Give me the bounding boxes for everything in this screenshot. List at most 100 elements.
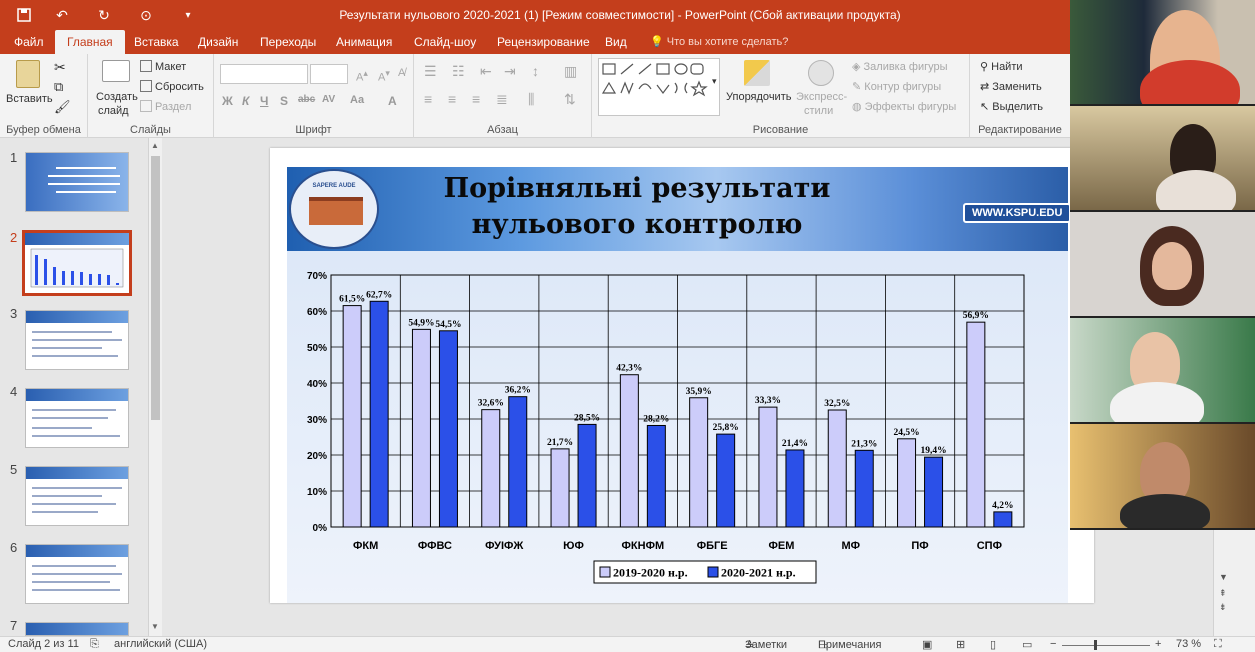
tab-design[interactable]: Дизайн: [198, 30, 238, 54]
shape-effects-button[interactable]: ◍ Эффекты фигуры: [852, 100, 956, 114]
align-left-icon[interactable]: ≡: [424, 92, 432, 106]
copy-icon[interactable]: ⧉: [54, 80, 63, 94]
grow-font-icon[interactable]: A▴: [356, 66, 368, 85]
slideshow-view-icon[interactable]: ▭: [1022, 638, 1032, 651]
tab-transitions[interactable]: Переходы: [260, 30, 316, 54]
editor-scrollbar[interactable]: ▼ ⇞ ⇟: [1213, 530, 1255, 636]
tab-insert[interactable]: Вставка: [134, 30, 179, 54]
char-spacing-button[interactable]: AV: [322, 94, 335, 105]
select-button[interactable]: ↖ Выделить: [980, 100, 1043, 114]
paste-icon[interactable]: [16, 60, 40, 88]
slide-thumbnail-3[interactable]: [25, 310, 129, 370]
scroll-down-icon[interactable]: ▼: [1219, 572, 1228, 582]
justify-icon[interactable]: ≣: [496, 92, 508, 106]
shapes-more-icon[interactable]: ▾: [712, 74, 717, 88]
columns-icon[interactable]: ▥: [564, 64, 577, 78]
underline-button[interactable]: Ч: [260, 94, 268, 108]
clear-format-icon[interactable]: A̸: [398, 66, 405, 80]
find-button[interactable]: ⚲ Найти: [980, 60, 1023, 74]
language-indicator[interactable]: английский (США): [114, 638, 207, 650]
slide-thumbnail-6[interactable]: [25, 544, 129, 604]
section-button[interactable]: Раздел: [140, 100, 191, 114]
reading-view-icon[interactable]: ▯: [990, 638, 996, 651]
tell-me-box[interactable]: 💡 Что вы хотите сделать?: [650, 30, 788, 54]
shrink-font-icon[interactable]: A▾: [378, 66, 390, 85]
zoom-out-icon[interactable]: −: [1050, 638, 1056, 650]
tab-review[interactable]: Рецензирование: [497, 30, 590, 54]
reset-button[interactable]: Сбросить: [140, 80, 204, 94]
slide-title[interactable]: Порівняльні результати нульового контрол…: [427, 171, 847, 243]
slide-thumbnail-2[interactable]: [22, 230, 132, 296]
arrange-button[interactable]: Упорядочить: [726, 90, 791, 104]
indent-decrease-icon[interactable]: ⇤: [480, 64, 492, 78]
quick-styles-label-1[interactable]: Экспресс-: [796, 90, 847, 104]
arrange-icon[interactable]: [744, 60, 770, 86]
replace-button[interactable]: ⇄ Заменить: [980, 80, 1042, 94]
thumbnails-scrollbar[interactable]: ▲ ▼: [148, 138, 162, 636]
participant-video-5[interactable]: [1070, 424, 1255, 528]
shape-outline-button[interactable]: ✎ Контур фигуры: [852, 80, 941, 94]
strikethrough-button[interactable]: abc: [298, 94, 315, 105]
quick-styles-icon[interactable]: [808, 60, 834, 86]
align-right-icon[interactable]: ≡: [472, 92, 480, 106]
slide-sorter-icon[interactable]: ⊞: [956, 638, 965, 651]
bullets-icon[interactable]: ☰: [424, 64, 437, 78]
tab-file[interactable]: Файл: [14, 30, 44, 54]
italic-button[interactable]: К: [242, 94, 249, 108]
save-icon[interactable]: [14, 6, 34, 24]
shadow-button[interactable]: S: [280, 94, 288, 108]
tab-view[interactable]: Вид: [605, 30, 627, 54]
slide-thumbnail-1[interactable]: [25, 152, 129, 212]
customize-toolbar-icon[interactable]: ▾: [178, 6, 198, 24]
scroll-down-icon[interactable]: ▼: [151, 622, 159, 631]
scrollbar-thumb[interactable]: [151, 156, 160, 420]
redo-icon[interactable]: ↻: [94, 6, 114, 24]
slide-thumbnail-4[interactable]: [25, 388, 129, 448]
font-name-input[interactable]: [220, 64, 308, 84]
cut-icon[interactable]: ✂: [54, 60, 66, 74]
align-center-icon[interactable]: ≡: [448, 92, 456, 106]
next-slide-icon[interactable]: ⇟: [1219, 602, 1227, 613]
slide-thumbnail-5[interactable]: [25, 466, 129, 526]
participant-video-3[interactable]: [1070, 212, 1255, 316]
zoom-level[interactable]: 73 %: [1176, 638, 1201, 650]
zoom-slider[interactable]: [1062, 645, 1150, 646]
chart-area[interactable]: 0% 10% 20% 30% 40% 50% 60% 70% 61,5% 62,7% ФКМ 54,9…: [287, 251, 1068, 603]
participant-video-1[interactable]: [1070, 0, 1255, 104]
layout-button[interactable]: Макет: [140, 60, 186, 74]
quick-styles-label-2[interactable]: стили: [804, 104, 833, 118]
tab-slideshow[interactable]: Слайд-шоу: [414, 30, 476, 54]
new-slide-label-2[interactable]: слайд: [98, 104, 129, 118]
numbering-icon[interactable]: ☷: [452, 64, 465, 78]
format-painter-icon[interactable]: 🖌: [54, 100, 71, 114]
shape-fill-button[interactable]: ◈ Заливка фигуры: [852, 60, 948, 74]
new-slide-label-1[interactable]: Создать: [96, 90, 138, 104]
line-spacing-icon[interactable]: ↕: [532, 64, 539, 78]
participant-video-2[interactable]: [1070, 106, 1255, 210]
undo-icon[interactable]: ↶: [52, 6, 72, 24]
tab-home[interactable]: Главная: [55, 30, 125, 54]
bold-button[interactable]: Ж: [222, 94, 233, 108]
scroll-up-icon[interactable]: ▲: [151, 141, 159, 150]
font-color-button[interactable]: A: [388, 94, 397, 108]
columns-split-icon[interactable]: ⫼: [528, 92, 534, 106]
paste-button[interactable]: Вставить: [6, 92, 53, 106]
slide-banner: SAPERE AUDE Порівняльні результати нульо…: [287, 167, 1072, 251]
font-size-input[interactable]: [310, 64, 348, 84]
slide-thumbnail-7[interactable]: [25, 622, 129, 636]
slideshow-from-start-icon[interactable]: ⊙: [136, 6, 156, 24]
indent-increase-icon[interactable]: ⇥: [504, 64, 516, 78]
zoom-in-icon[interactable]: +: [1155, 638, 1161, 650]
fit-slide-icon[interactable]: ⛶: [1214, 638, 1222, 651]
participant-video-4[interactable]: [1070, 318, 1255, 422]
previous-slide-icon[interactable]: ⇞: [1219, 588, 1227, 599]
shapes-gallery[interactable]: [598, 58, 720, 116]
text-direction-icon[interactable]: ⇅: [564, 92, 576, 106]
spellcheck-icon[interactable]: ⎘: [90, 638, 99, 651]
current-slide[interactable]: SAPERE AUDE Порівняльні результати нульо…: [270, 148, 1094, 603]
change-case-button[interactable]: Aa: [350, 94, 364, 106]
normal-view-icon[interactable]: ▣: [922, 638, 932, 651]
tab-animation[interactable]: Анимация: [336, 30, 392, 54]
new-slide-icon[interactable]: [102, 60, 130, 82]
zoom-slider-knob[interactable]: [1094, 640, 1097, 650]
